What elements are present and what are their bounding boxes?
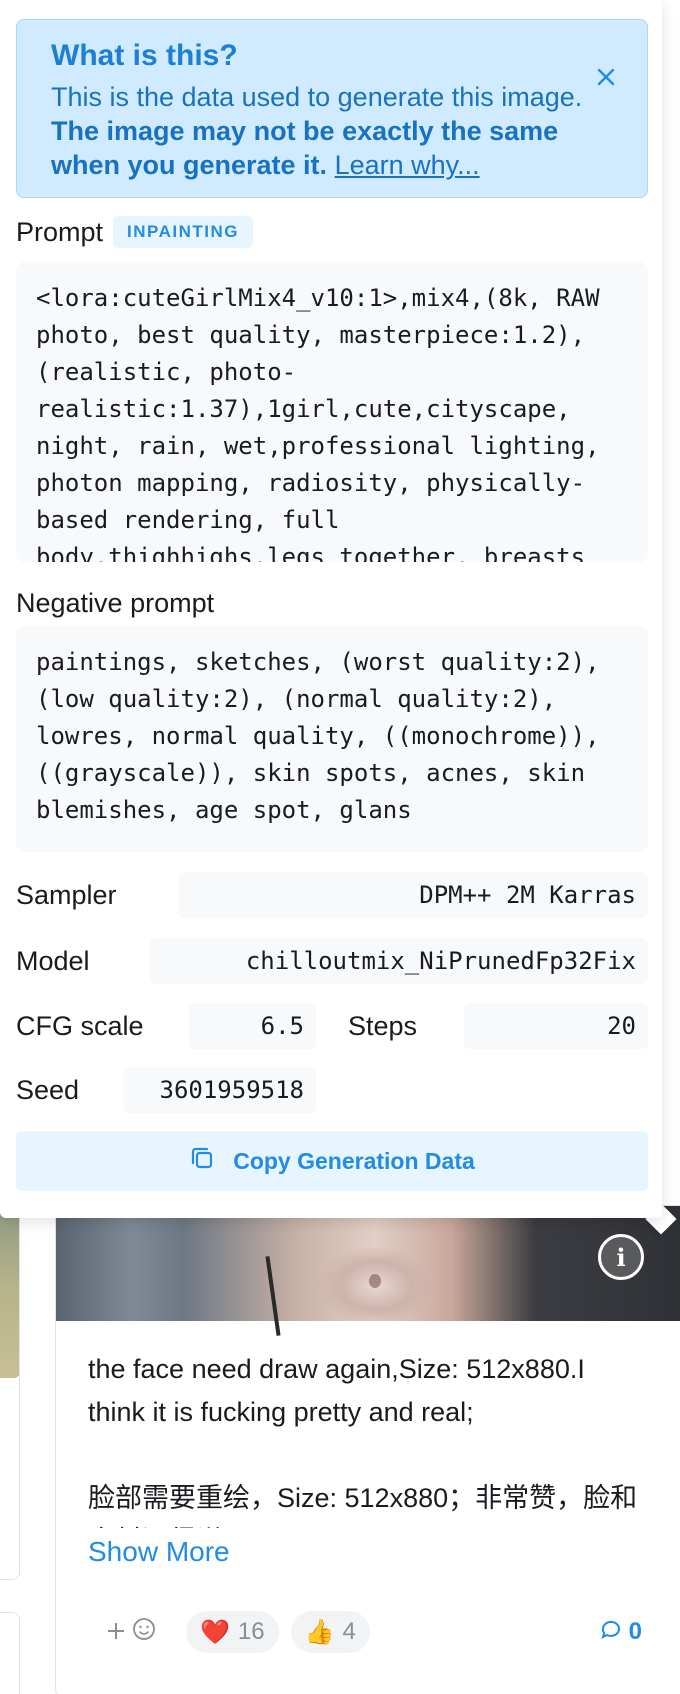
generation-data-popover: What is this? This is the data used to g…	[0, 0, 662, 1218]
comment-count: 0	[628, 1618, 642, 1645]
seed-value: 3601959518	[123, 1067, 316, 1113]
add-reaction-button[interactable]	[88, 1611, 174, 1653]
image-detail	[369, 1274, 381, 1288]
show-more-link[interactable]: Show More	[88, 1536, 230, 1568]
sampler-label: Sampler	[16, 880, 117, 910]
learn-why-link[interactable]: Learn why...	[335, 150, 480, 180]
alert-title: What is this?	[51, 39, 238, 72]
post-text-zh: 脸部需要重绘，Size: 512x880；非常赞，脸和身材没得说	[88, 1483, 638, 1528]
model-value: chilloutmix_NiPrunedFp32Fix	[150, 938, 648, 984]
post-image[interactable]: i	[56, 1206, 680, 1336]
reaction-count: 16	[237, 1618, 265, 1645]
cfg-scale-value: 6.5	[189, 1003, 316, 1049]
negative-prompt-text[interactable]: paintings, sketches, (worst quality:2), …	[16, 626, 648, 852]
copy-generation-data-button[interactable]: Copy Generation Data	[16, 1131, 648, 1191]
comments-button[interactable]: 0	[599, 1611, 642, 1653]
prompt-text[interactable]: <lora:cuteGirlMix4_v10:1>,mix4,(8k, RAW …	[16, 262, 648, 562]
image-detail	[265, 1256, 281, 1336]
adjacent-card	[0, 1210, 20, 1580]
plus-icon	[106, 1617, 126, 1648]
sampler-value: DPM++ 2M Karras	[178, 872, 648, 918]
model-label: Model	[16, 946, 90, 976]
steps-value: 20	[464, 1003, 648, 1049]
adjacent-card-below	[0, 1612, 20, 1694]
negative-prompt-label: Negative prompt	[16, 588, 215, 618]
thumbs-up-icon: 👍	[304, 1618, 335, 1646]
reaction-count: 4	[342, 1618, 356, 1645]
negative-prompt-header: Negative prompt	[16, 588, 214, 619]
inpainting-badge: INPAINTING	[113, 216, 253, 248]
reactions-bar: ❤️ 16 👍 4	[88, 1611, 370, 1653]
smile-icon	[132, 1617, 156, 1648]
heart-icon: ❤️	[200, 1618, 230, 1646]
seed-label: Seed	[16, 1075, 80, 1105]
cfg-scale-label: CFG scale	[16, 1011, 144, 1041]
alert-text: This is the data used to generate this i…	[51, 82, 583, 112]
info-alert: What is this? This is the data used to g…	[16, 19, 648, 198]
alert-body: This is the data used to generate this i…	[51, 80, 591, 182]
alert-text-bold: The image may not be exactly the same wh…	[51, 116, 559, 180]
copy-icon	[189, 1145, 215, 1177]
post-text-en: the face need draw again,Size: 512x880.I…	[88, 1354, 585, 1427]
post-card: i the face need draw again,Size: 512x880…	[55, 1205, 680, 1694]
post-description: the face need draw again,Size: 512x880.I…	[88, 1348, 648, 1528]
prompt-header: Prompt INPAINTING	[16, 216, 253, 248]
steps-label: Steps	[348, 1011, 418, 1041]
reaction-thumbs-up[interactable]: 👍 4	[290, 1611, 370, 1653]
reaction-heart[interactable]: ❤️ 16	[186, 1611, 279, 1653]
close-icon[interactable]	[595, 66, 617, 88]
comment-icon	[599, 1617, 623, 1648]
copy-button-label: Copy Generation Data	[233, 1147, 475, 1174]
info-icon[interactable]: i	[598, 1234, 644, 1280]
prompt-label: Prompt	[16, 216, 104, 247]
